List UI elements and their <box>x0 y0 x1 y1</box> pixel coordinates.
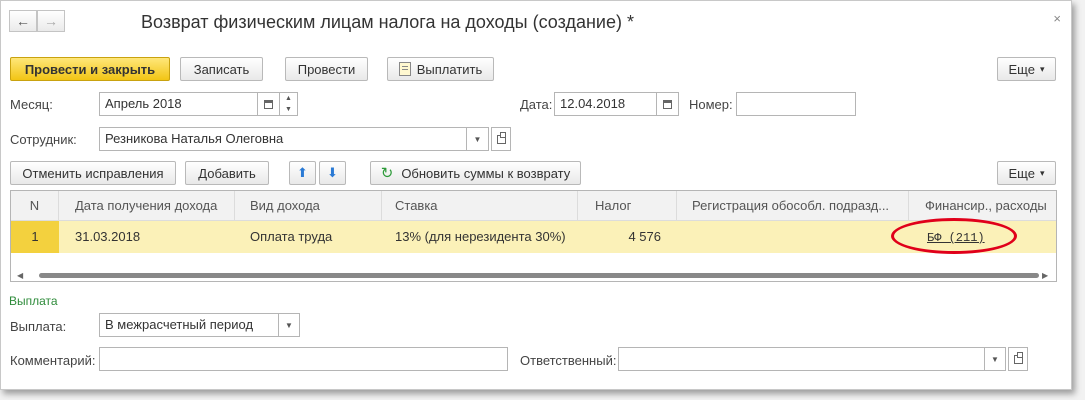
month-field[interactable]: Апрель 2018 <box>99 92 258 116</box>
refresh-refund-button[interactable]: ↻ Обновить суммы к возврату <box>370 161 581 185</box>
scroll-right-icon[interactable]: ▶ <box>1042 271 1048 280</box>
payment-label: Выплата: <box>10 319 67 334</box>
move-down-button[interactable]: ⬇ <box>319 161 346 185</box>
calendar-button[interactable] <box>258 92 280 116</box>
comment-label: Комментарий: <box>10 353 96 368</box>
employee-field[interactable]: Резникова Наталья Олеговна <box>99 127 467 151</box>
spin-up-icon[interactable]: ▲ <box>280 93 297 104</box>
arrow-left-icon: ← <box>16 13 30 29</box>
arrow-right-icon: → <box>44 13 58 29</box>
annotation-circle <box>891 218 1017 254</box>
scrollbar-thumb[interactable] <box>39 273 1039 278</box>
date-label: Дата: <box>520 97 553 112</box>
table-row[interactable]: 1 31.03.2018 Оплата труда 13% (для нерез… <box>11 218 1056 254</box>
spin-down-icon[interactable]: ▼ <box>280 104 297 115</box>
cell-rate: 13% (для нерезидента 30%) <box>395 229 566 244</box>
responsible-dropdown-button[interactable]: ▼ <box>985 347 1006 371</box>
calendar-icon <box>663 99 672 109</box>
refresh-refund-label: Обновить суммы к возврату <box>401 165 571 181</box>
horizontal-scrollbar[interactable] <box>19 271 1049 279</box>
responsible-label: Ответственный: <box>520 353 617 368</box>
income-table: N Дата получения дохода Вид дохода Ставк… <box>10 190 1057 282</box>
chevron-down-icon: ▼ <box>473 134 482 144</box>
cell-tax: 4 576 <box>628 229 661 244</box>
number-label: Номер: <box>689 97 733 112</box>
table-more-button[interactable]: Еще ▾ <box>997 161 1056 185</box>
employee-open-button[interactable] <box>491 127 511 151</box>
employee-dropdown-button[interactable]: ▼ <box>467 127 489 151</box>
open-window-icon <box>496 131 506 144</box>
forward-button[interactable]: → <box>37 10 65 32</box>
chevron-down-icon: ▾ <box>1039 63 1045 74</box>
move-up-button[interactable]: ⬆ <box>289 161 316 185</box>
chevron-down-icon: ▼ <box>285 320 293 330</box>
column-header-registration[interactable]: Регистрация обособл. подразд... <box>677 191 909 221</box>
comment-field[interactable] <box>99 347 508 371</box>
back-button[interactable]: ← <box>9 10 37 32</box>
cell-income-date: 31.03.2018 <box>75 229 141 244</box>
cell-n: 1 <box>11 221 59 253</box>
page-title: Возврат физическим лицам налога на доход… <box>141 12 634 32</box>
table-more-label: Еще <box>1008 165 1035 181</box>
number-field[interactable] <box>736 92 856 116</box>
month-spinner[interactable]: ▲ ▼ <box>280 92 298 116</box>
responsible-field[interactable] <box>618 347 985 371</box>
open-window-icon <box>1013 351 1023 364</box>
date-calendar-button[interactable] <box>657 92 679 116</box>
column-header-n[interactable]: N <box>11 191 59 221</box>
document-window: ← → Возврат физическим лицам налога на д… <box>0 0 1072 390</box>
pay-button[interactable]: Выплатить <box>387 57 494 81</box>
refresh-icon: ↻ <box>380 165 394 182</box>
responsible-open-button[interactable] <box>1008 347 1028 371</box>
payment-section-title: Выплата <box>9 294 58 308</box>
date-field[interactable]: 12.04.2018 <box>554 92 657 116</box>
payment-dropdown-button[interactable]: ▼ <box>279 313 300 337</box>
add-row-button[interactable]: Добавить <box>185 161 269 185</box>
table-header: N Дата получения дохода Вид дохода Ставк… <box>11 191 1056 221</box>
post-and-close-button[interactable]: Провести и закрыть <box>10 57 170 81</box>
arrow-up-icon: ⬆ <box>297 165 308 180</box>
column-header-income-type[interactable]: Вид дохода <box>235 191 382 221</box>
chevron-down-icon: ▾ <box>1039 167 1045 178</box>
calendar-icon <box>264 99 273 109</box>
cell-income-type: Оплата труда <box>250 229 333 244</box>
post-button[interactable]: Провести <box>285 57 368 81</box>
save-button[interactable]: Записать <box>180 57 263 81</box>
month-label: Месяц: <box>10 97 53 112</box>
cell-registration <box>692 221 909 253</box>
column-header-income-date[interactable]: Дата получения дохода <box>59 191 235 221</box>
more-button-label: Еще <box>1008 61 1035 77</box>
close-icon[interactable]: × <box>1053 11 1061 26</box>
pay-button-label: Выплатить <box>416 61 483 77</box>
column-header-rate[interactable]: Ставка <box>382 191 578 221</box>
column-header-tax[interactable]: Налог <box>578 191 677 221</box>
column-header-financing[interactable]: Финансир., расходы <box>909 191 1056 221</box>
employee-label: Сотрудник: <box>10 132 77 147</box>
document-icon <box>398 62 411 76</box>
arrow-down-icon: ⬇ <box>327 165 338 180</box>
payment-field[interactable]: В межрасчетный период <box>99 313 279 337</box>
cancel-corrections-button[interactable]: Отменить исправления <box>10 161 176 185</box>
more-button[interactable]: Еще ▾ <box>997 57 1056 81</box>
chevron-down-icon: ▼ <box>991 354 999 364</box>
